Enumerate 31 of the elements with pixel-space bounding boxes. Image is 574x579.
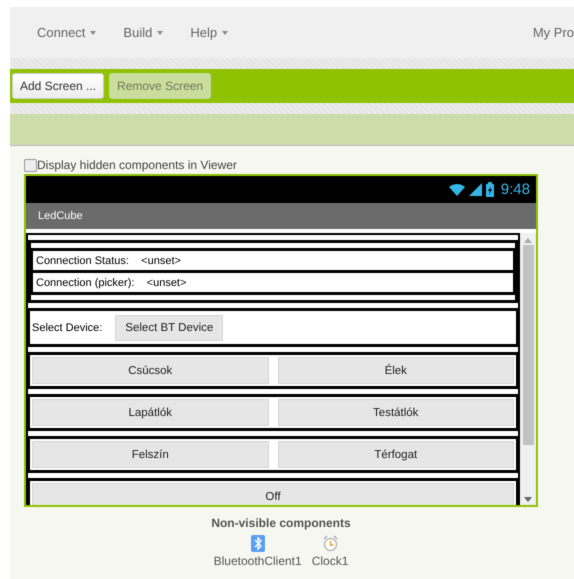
select-device-label: Select Device: <box>32 322 102 334</box>
status-label: Connection Status: <unset> <box>33 251 513 270</box>
app-title: LedCube <box>38 210 83 222</box>
action-button[interactable]: Felszín <box>32 441 268 468</box>
action-button[interactable]: Lapátlók <box>32 399 268 426</box>
section-title: Non-visible components <box>211 516 351 530</box>
menu-item[interactable]: My Pro <box>532 25 574 40</box>
scroll-up-icon[interactable] <box>524 238 532 243</box>
clock-time: 9:48 <box>500 181 530 198</box>
status-label: Connection (picker): <unset> <box>33 273 513 292</box>
action-button[interactable]: Élek <box>278 357 514 384</box>
checkbox-label: Display hidden components in Viewer <box>37 158 237 172</box>
menu-item[interactable]: Build <box>123 25 164 40</box>
signal-icon <box>468 183 482 196</box>
component-label: BluetoothClient1 <box>214 554 302 568</box>
action-button[interactable]: Csúcsok <box>32 357 268 384</box>
action-button[interactable]: Off <box>32 483 514 505</box>
scroll-down-icon[interactable] <box>524 497 532 502</box>
battery-icon <box>486 182 494 197</box>
checkbox[interactable] <box>24 158 37 172</box>
bluetooth-icon <box>250 535 266 552</box>
menu-item[interactable]: Connect <box>37 25 96 40</box>
scrollbar[interactable] <box>520 233 536 505</box>
select-device-button[interactable]: Select BT Device <box>115 314 224 340</box>
alarm-clock-icon <box>322 535 339 552</box>
add-screen-button[interactable]: Add Screen ... <box>12 73 104 99</box>
wifi-icon <box>448 183 465 196</box>
action-button[interactable]: Térfogat <box>278 441 514 468</box>
action-button[interactable]: Testátlók <box>278 399 514 426</box>
component-label: Clock1 <box>312 554 348 568</box>
menu-item[interactable]: Help <box>190 25 228 40</box>
